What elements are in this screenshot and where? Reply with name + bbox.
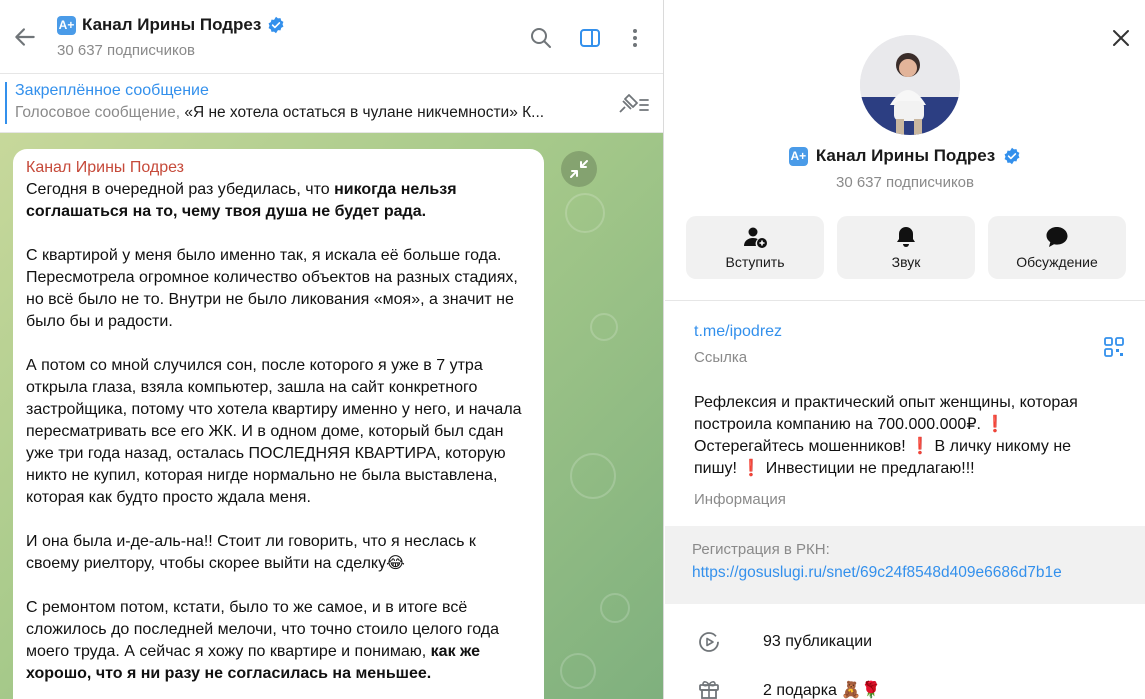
rkn-label: Регистрация в РКН: — [692, 541, 830, 558]
sidebar-toggle-icon[interactable] — [578, 26, 602, 50]
channel-name-row: A+ Канал Ирины Подрез — [665, 146, 1145, 166]
message-paragraph-2: С квартирой у меня было именно так, я ис… — [26, 247, 518, 330]
publications-count[interactable]: 93 публикации — [763, 633, 872, 651]
message-paragraph-3: А потом со мной случился сон, после кото… — [26, 357, 522, 506]
back-arrow-icon[interactable] — [12, 24, 38, 50]
pinned-message-bar[interactable]: Закреплённое сообщение Голосовое сообщен… — [0, 74, 663, 133]
gifts-count[interactable]: 2 подарка 🧸🌹 — [763, 680, 881, 699]
chat-header: A+ Канал Ирины Подрез 30 637 подписчиков — [0, 0, 663, 74]
bell-icon — [897, 227, 915, 247]
message-paragraph-5: С ремонтом потом, кстати, было то же сам… — [26, 599, 499, 660]
link-caption: Ссылка — [694, 349, 748, 366]
chat-title: Канал Ирины Подрез — [82, 15, 262, 34]
add-user-icon — [744, 227, 767, 248]
description-caption: Информация — [694, 491, 786, 508]
search-icon[interactable] — [529, 26, 553, 50]
discussion-button[interactable]: Обсуждение — [988, 216, 1126, 279]
channel-stats: 93 публикации 2 подарка 🧸🌹 — [665, 604, 1145, 699]
chat-bubble-icon — [1046, 227, 1068, 247]
channel-subscribers: 30 637 подписчиков — [835, 174, 974, 191]
join-button[interactable]: Вступить — [686, 216, 824, 279]
verified-icon — [268, 16, 284, 34]
channel-info-panel: A+ Канал Ирины Подрез 30 637 подписчиков… — [665, 0, 1145, 699]
close-icon[interactable] — [1109, 26, 1133, 50]
gift-icon — [699, 681, 719, 699]
rkn-link[interactable]: https://gosuslugi.ru/snet/69c24f8548d409… — [692, 564, 1062, 582]
channel-actions: Вступить Звук Обсуждение — [686, 216, 1126, 279]
message-text: Сегодня в очередной раз убедилась, что н… — [26, 179, 530, 685]
channel-avatar[interactable] — [860, 35, 960, 135]
channel-name: Канал Ирины Подрез — [815, 146, 996, 165]
pinned-indicator — [5, 82, 7, 124]
channel-info-header: A+ Канал Ирины Подрез 30 637 подписчиков… — [665, 0, 1145, 300]
a-plus-badge-icon: A+ — [57, 15, 76, 35]
chat-pane: A+ Канал Ирины Подрез 30 637 подписчиков… — [0, 0, 664, 699]
more-vertical-icon[interactable] — [623, 26, 647, 50]
message-author[interactable]: Канал Ирины Подрез — [26, 159, 530, 177]
a-plus-badge-icon: A+ — [788, 146, 808, 166]
message-paragraph-1: Сегодня в очередной раз убедилась, что — [26, 181, 335, 198]
sound-button[interactable]: Звук — [837, 216, 975, 279]
chat-title-row[interactable]: A+ Канал Ирины Подрез — [57, 15, 285, 35]
sound-label: Звук — [891, 254, 921, 270]
channel-description: Рефлексия и практический опыт женщины, к… — [694, 394, 1078, 477]
pinned-list-icon[interactable] — [616, 92, 650, 116]
discussion-label: Обсуждение — [1016, 254, 1098, 270]
pinned-type: Голосовое сообщение, — [15, 104, 181, 121]
rkn-registration: Регистрация в РКН: https://gosuslugi.ru/… — [665, 527, 1145, 604]
message-bubble[interactable]: Канал Ирины Подрез Сегодня в очередной р… — [13, 149, 544, 699]
collapse-icon[interactable] — [561, 151, 597, 187]
channel-description-section: t.me/ipodrez Ссылка Рефлексия и практиче… — [665, 300, 1145, 526]
message-paragraph-4: И она была и-де-аль-на!! Стоит ли говори… — [26, 533, 476, 572]
channel-link[interactable]: t.me/ipodrez — [694, 323, 782, 341]
chat-subscribers: 30 637 подписчиков — [57, 42, 196, 59]
join-label: Вступить — [725, 254, 785, 270]
publications-icon — [699, 632, 719, 652]
chat-wallpaper: Канал Ирины Подрез Сегодня в очередной р… — [0, 133, 663, 699]
pinned-text: «Я не хотела остаться в чулане никчемнос… — [184, 104, 545, 121]
qr-code-icon[interactable] — [1102, 335, 1126, 359]
pinned-title: Закреплённое сообщение — [15, 82, 209, 99]
verified-icon — [1004, 147, 1020, 165]
pinned-preview: Голосовое сообщение, «Я не хотела остать… — [15, 104, 590, 122]
